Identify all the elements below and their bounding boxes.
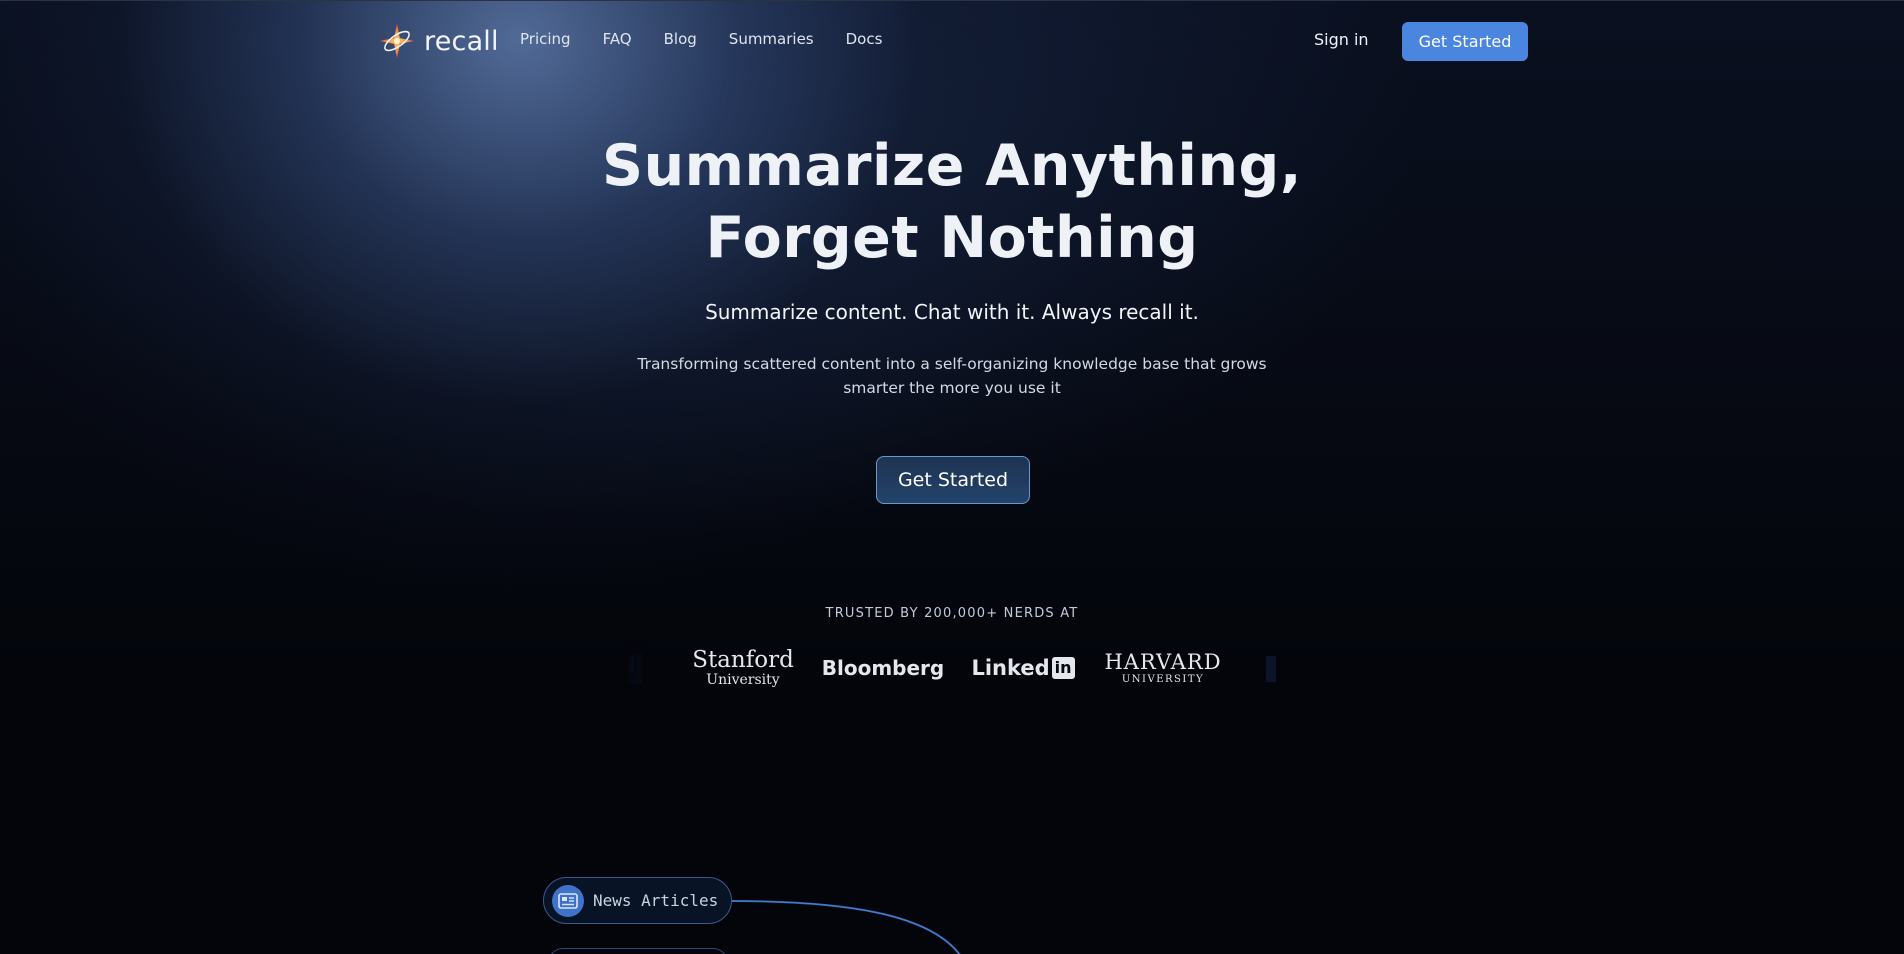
stanford-logo-line-2: University [706,672,780,688]
harvard-logo-line-1: HARVARD [1104,649,1222,674]
get-started-hero-button[interactable]: Get Started [876,456,1030,504]
sign-in-link[interactable]: Sign in [1314,30,1369,49]
brand-name: recall [424,25,499,57]
nav-link-summaries[interactable]: Summaries [729,30,814,48]
hero-description: Transforming scattered content into a se… [637,355,1267,397]
logo-carousel: J Stanford University Bloomberg Linkedin… [628,642,1276,694]
hero-subtitle: Summarize content. Chat with it. Always … [705,300,1199,324]
landing-page: recall Pricing FAQ Blog Summaries Docs S… [0,0,1904,954]
hero-title: Summarize Anything, Forget Nothing [0,130,1904,274]
partial-logo-right [1266,656,1276,682]
hero-title-line-1: Summarize Anything, [602,133,1302,199]
top-navigation: recall Pricing FAQ Blog Summaries Docs S… [0,0,1904,82]
get-started-nav-button[interactable]: Get Started [1402,22,1528,61]
bloomberg-logo-text: Bloomberg [821,656,945,680]
carousel-fade-left [628,642,688,694]
newspaper-icon [552,884,584,917]
nav-links: Pricing FAQ Blog Summaries Docs [520,30,914,48]
bloomberg-logo: Bloomberg [818,642,948,694]
nav-link-blog[interactable]: Blog [664,30,697,48]
linkedin-logo: Linked in [968,642,1078,694]
connector-line [730,900,961,954]
brand-logo[interactable]: recall [378,22,499,60]
stanford-logo: Stanford University [683,642,803,694]
recall-logo-icon [379,23,415,59]
harvard-logo: HARVARD UNIVERSITY [1098,642,1228,694]
hero-title-line-2: Forget Nothing [705,205,1199,271]
nav-link-pricing[interactable]: Pricing [520,30,571,48]
harvard-logo-line-2: UNIVERSITY [1121,673,1205,685]
source-pill-partial[interactable] [548,948,728,954]
stanford-logo-line-1: Stanford [692,647,794,673]
source-pill-news-articles[interactable]: News Articles [543,877,732,924]
trusted-heading: TRUSTED BY 200,000+ NERDS AT [825,606,1079,621]
linkedin-logo-box: in [1051,657,1075,679]
nav-link-faq[interactable]: FAQ [603,30,632,48]
nav-link-docs[interactable]: Docs [846,30,883,48]
source-pill-label: News Articles [593,891,719,910]
linkedin-logo-text: Linked [971,656,1050,680]
